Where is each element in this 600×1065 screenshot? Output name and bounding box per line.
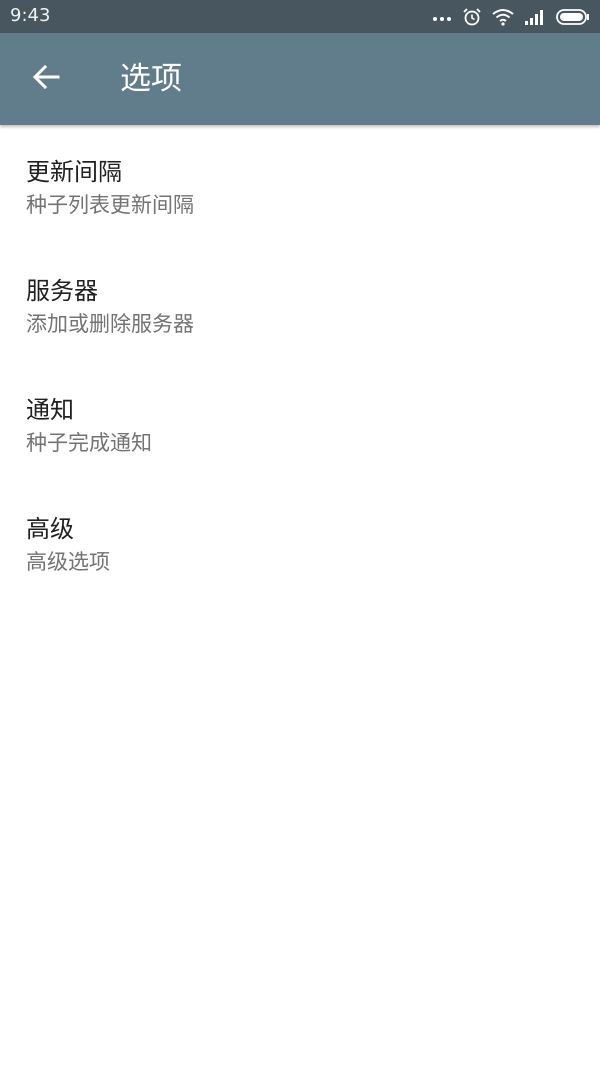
- settings-item-servers[interactable]: 服务器 添加或删除服务器: [0, 244, 600, 363]
- settings-item-summary: 种子列表更新间隔: [26, 193, 194, 217]
- status-bar: 9:43: [0, 0, 600, 33]
- settings-item-title: 更新间隔: [26, 158, 122, 186]
- settings-item-advanced[interactable]: 高级 高级选项: [0, 482, 600, 601]
- settings-item-title: 服务器: [26, 277, 98, 305]
- alarm-clock-icon: [462, 7, 482, 27]
- settings-list: 更新间隔 种子列表更新间隔 服务器 添加或删除服务器 通知 种子完成通知 高级 …: [0, 125, 600, 601]
- settings-item-summary: 种子完成通知: [26, 431, 152, 455]
- settings-item-title: 高级: [26, 515, 74, 543]
- settings-item-update-interval[interactable]: 更新间隔 种子列表更新间隔: [0, 125, 600, 244]
- back-button[interactable]: [22, 55, 70, 103]
- status-time: 9:43: [10, 5, 51, 26]
- settings-item-notifications[interactable]: 通知 种子完成通知: [0, 363, 600, 482]
- status-icons: [432, 6, 590, 28]
- signal-icon: [524, 9, 546, 25]
- app-bar: 选项: [0, 33, 600, 125]
- wifi-icon: [492, 8, 514, 26]
- arrow-left-icon: [31, 62, 61, 96]
- battery-icon: [556, 9, 590, 25]
- settings-item-title: 通知: [26, 396, 74, 424]
- page-title: 选项: [120, 61, 182, 97]
- more-dots-icon: [432, 12, 452, 22]
- settings-item-summary: 高级选项: [26, 550, 110, 574]
- settings-item-summary: 添加或删除服务器: [26, 312, 194, 336]
